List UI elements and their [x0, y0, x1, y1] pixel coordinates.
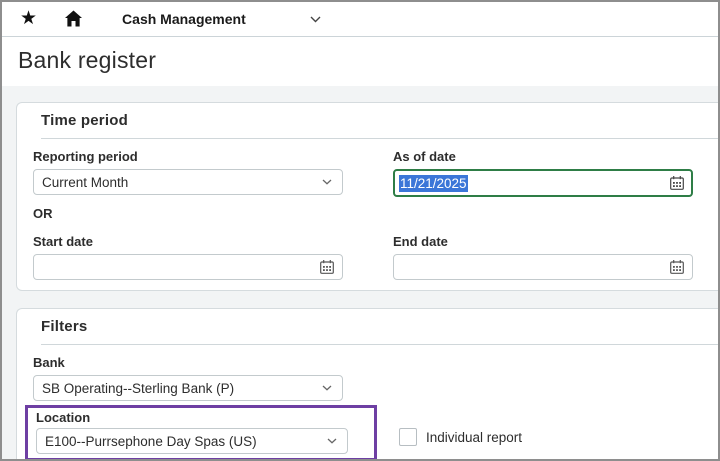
app-window: ★ Cash Management Bank register Time per…: [0, 0, 720, 461]
time-period-section: Time period Reporting period Current Mon…: [16, 102, 718, 291]
or-label: OR: [33, 206, 688, 222]
individual-report-label: Individual report: [426, 430, 522, 445]
bank-select[interactable]: SB Operating--Sterling Bank (P): [33, 375, 343, 401]
calendar-icon[interactable]: [669, 175, 685, 191]
location-label: Location: [36, 410, 348, 425]
filters-section: Filters Bank SB Operating--Sterling Bank…: [16, 308, 718, 459]
filters-header-label: Filters: [41, 318, 87, 335]
reporting-period-value: Current Month: [42, 175, 128, 190]
home-icon[interactable]: [63, 9, 84, 29]
calendar-icon[interactable]: [319, 259, 335, 275]
bank-field: Bank SB Operating--Sterling Bank (P): [33, 355, 343, 401]
location-select[interactable]: E100--Purrsephone Day Spas (US): [36, 428, 348, 454]
start-date-input[interactable]: [33, 254, 343, 280]
end-date-field: End date: [393, 234, 693, 280]
calendar-icon[interactable]: [669, 259, 685, 275]
as-of-date-input[interactable]: 11/21/2025: [393, 169, 693, 197]
location-highlight-annotation: Location E100--Purrsephone Day Spas (US): [25, 405, 377, 459]
as-of-date-value: 11/21/2025: [399, 175, 468, 192]
chevron-down-icon: [310, 16, 321, 23]
chevron-down-icon: [322, 179, 332, 185]
as-of-date-field: As of date 11/21/2025: [393, 149, 693, 197]
favorites-star-icon[interactable]: ★: [20, 9, 37, 28]
page-body: Time period Reporting period Current Mon…: [2, 86, 718, 459]
bank-label: Bank: [33, 355, 343, 371]
top-navigation-bar: ★ Cash Management: [2, 2, 718, 37]
bank-value: SB Operating--Sterling Bank (P): [42, 381, 234, 396]
reporting-period-select[interactable]: Current Month: [33, 169, 343, 195]
chevron-down-icon: [322, 385, 332, 391]
page-header: Bank register: [2, 37, 718, 86]
individual-report-field: Individual report: [399, 428, 522, 446]
start-date-field: Start date: [33, 234, 343, 280]
time-period-header-label: Time period: [41, 112, 128, 129]
reporting-period-label: Reporting period: [33, 149, 343, 165]
time-period-header: Time period: [41, 103, 718, 139]
end-date-label: End date: [393, 234, 693, 250]
start-date-label: Start date: [33, 234, 343, 250]
end-date-input[interactable]: [393, 254, 693, 280]
app-menu-label: Cash Management: [122, 11, 246, 27]
filters-header: Filters: [41, 309, 718, 345]
as-of-date-label: As of date: [393, 149, 693, 165]
individual-report-checkbox[interactable]: [399, 428, 417, 446]
reporting-period-field: Reporting period Current Month: [33, 149, 343, 197]
app-menu[interactable]: Cash Management: [122, 11, 321, 27]
location-value: E100--Purrsephone Day Spas (US): [45, 434, 257, 449]
chevron-down-icon: [327, 438, 337, 444]
page-title: Bank register: [18, 47, 702, 73]
